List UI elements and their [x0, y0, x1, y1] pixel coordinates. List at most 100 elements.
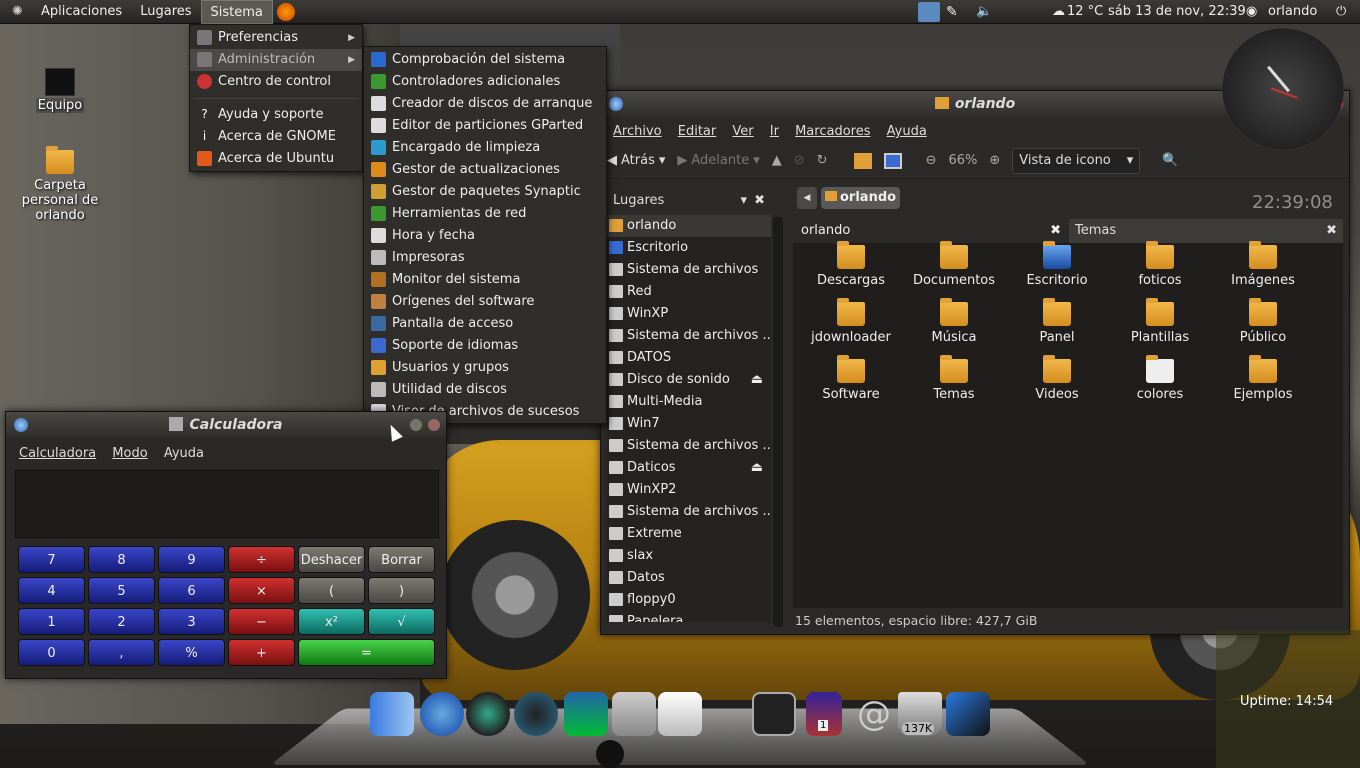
- calc-key[interactable]: Borrar: [368, 546, 435, 573]
- file-item[interactable]: Escritorio: [1007, 241, 1107, 288]
- calc-key[interactable]: 3: [158, 608, 225, 635]
- file-item[interactable]: colores: [1110, 355, 1210, 402]
- admin-item-5[interactable]: Gestor de actualizaciones: [364, 159, 606, 181]
- volume-icon[interactable]: 🔈: [976, 0, 992, 24]
- admin-item-12[interactable]: Pantalla de acceso: [364, 313, 606, 335]
- network-icon[interactable]: [918, 2, 940, 22]
- menu-item-acerca-ubuntu[interactable]: Acerca de Ubuntu: [190, 148, 362, 170]
- admin-item-4[interactable]: Encargado de limpieza: [364, 137, 606, 159]
- reload-icon[interactable]: ↻: [817, 153, 828, 168]
- home-icon[interactable]: [853, 152, 872, 169]
- place-item[interactable]: floppy0: [607, 589, 771, 611]
- file-item[interactable]: Temas: [904, 355, 1004, 402]
- calc-key[interactable]: 6: [158, 577, 225, 604]
- place-item[interactable]: WinXP2: [607, 479, 771, 501]
- place-item[interactable]: Sistema de archivos ...: [607, 435, 771, 457]
- desktop-home-folder[interactable]: Carpeta personal de orlando: [20, 146, 100, 223]
- tab-temas[interactable]: Temas ✖: [1069, 219, 1343, 243]
- calc-key[interactable]: ,: [88, 639, 155, 666]
- place-item[interactable]: Papelera: [607, 611, 771, 622]
- user-name[interactable]: orlando: [1268, 0, 1317, 24]
- calc-key[interactable]: Deshacer: [298, 546, 365, 573]
- file-item[interactable]: jdownloader: [801, 298, 901, 345]
- place-item[interactable]: orlando: [607, 215, 771, 237]
- view-select[interactable]: Vista de icono ▾: [1012, 147, 1141, 174]
- path-button-orlando[interactable]: orlando: [821, 187, 901, 209]
- menu-editar[interactable]: Editar: [678, 124, 717, 139]
- place-item[interactable]: Disco de sonido ⏏: [607, 369, 771, 391]
- menu-item-centro-de-control[interactable]: Centro de control: [190, 71, 362, 93]
- calc-key[interactable]: %: [158, 639, 225, 666]
- calc-key[interactable]: x²: [298, 608, 365, 635]
- calc-key[interactable]: 0: [18, 639, 85, 666]
- mail-dock-icon[interactable]: @: [852, 692, 896, 736]
- stack-dock-icon[interactable]: 1: [806, 692, 842, 736]
- menu-archivo[interactable]: Archivo: [613, 124, 662, 139]
- menu-item-acerca-gnome[interactable]: i Acerca de GNOME: [190, 126, 362, 148]
- search-icon[interactable]: 🔍: [1162, 153, 1178, 168]
- place-item[interactable]: Escritorio: [607, 237, 771, 259]
- file-item[interactable]: Música: [904, 298, 1004, 345]
- place-item[interactable]: Datos: [607, 567, 771, 589]
- file-item[interactable]: Plantillas: [1110, 298, 1210, 345]
- eject-icon[interactable]: ⏏: [751, 369, 763, 391]
- calc-key[interactable]: 9: [158, 546, 225, 573]
- window-menu-icon[interactable]: [609, 97, 623, 111]
- place-item[interactable]: Sistema de archivos: [607, 259, 771, 281]
- calc-key[interactable]: ): [368, 577, 435, 604]
- cursor-dock-icon[interactable]: [946, 692, 990, 736]
- menu-ayuda-calc[interactable]: Ayuda: [164, 446, 204, 461]
- calc-key[interactable]: =: [298, 639, 435, 666]
- clock[interactable]: sáb 13 de nov, 22:39: [1108, 0, 1246, 24]
- menu-calculadora[interactable]: Calculadora: [19, 446, 96, 461]
- power-icon[interactable]: ⏻: [1336, 0, 1346, 24]
- admin-item-14[interactable]: Usuarios y grupos: [364, 357, 606, 379]
- file-item[interactable]: Descargas: [801, 241, 901, 288]
- menu-sistema[interactable]: Sistema: [200, 0, 273, 24]
- up-icon[interactable]: ▲: [772, 153, 782, 168]
- calc-key[interactable]: 8: [88, 546, 155, 573]
- place-item[interactable]: slax: [607, 545, 771, 567]
- menu-item-ayuda[interactable]: ? Ayuda y soporte: [190, 104, 362, 126]
- menu-ir[interactable]: Ir: [770, 124, 779, 139]
- video-dock-icon[interactable]: [564, 692, 608, 736]
- place-item[interactable]: DATOS: [607, 347, 771, 369]
- path-back-icon[interactable]: ◀: [797, 187, 817, 209]
- file-item[interactable]: Documentos: [904, 241, 1004, 288]
- admin-item-1[interactable]: Controladores adicionales: [364, 71, 606, 93]
- back-button[interactable]: ◀ Atrás ▾: [607, 153, 665, 168]
- menu-aplicaciones[interactable]: Aplicaciones: [32, 0, 131, 24]
- place-item[interactable]: Sistema de archivos ...: [607, 501, 771, 523]
- zoom-out-icon[interactable]: ⊖: [926, 153, 937, 168]
- admin-item-0[interactable]: Comprobación del sistema: [364, 49, 606, 71]
- file-item[interactable]: foticos: [1110, 241, 1210, 288]
- admin-item-10[interactable]: Monitor del sistema: [364, 269, 606, 291]
- menu-lugares[interactable]: Lugares: [131, 0, 200, 24]
- menu-item-administracion[interactable]: Administración ▶: [190, 49, 362, 71]
- file-item[interactable]: Software: [801, 355, 901, 402]
- admin-item-13[interactable]: Soporte de idiomas: [364, 335, 606, 357]
- menu-ayuda[interactable]: Ayuda: [887, 124, 927, 139]
- zoom-level[interactable]: 66%: [948, 153, 977, 168]
- forward-button[interactable]: ▶ Adelante ▾: [677, 153, 759, 168]
- calc-key[interactable]: +: [228, 639, 295, 666]
- place-item[interactable]: Daticos ⏏: [607, 457, 771, 479]
- calculator-dock-icon[interactable]: [612, 692, 656, 736]
- close-button[interactable]: [428, 419, 440, 431]
- place-item[interactable]: Extreme: [607, 523, 771, 545]
- safari-dock-icon[interactable]: [420, 692, 464, 736]
- computer-icon[interactable]: [883, 152, 902, 169]
- place-item[interactable]: Sistema de archivos ...: [607, 325, 771, 347]
- stop-icon[interactable]: ⊘: [794, 153, 805, 168]
- file-item[interactable]: Panel: [1007, 298, 1107, 345]
- calc-key[interactable]: (: [298, 577, 365, 604]
- file-item[interactable]: Videos: [1007, 355, 1107, 402]
- calculator-titlebar[interactable]: Calculadora: [6, 412, 446, 438]
- terminal-dock-icon[interactable]: [752, 692, 796, 736]
- sidebar-scrollbar[interactable]: [773, 217, 783, 627]
- close-sidebar-icon[interactable]: ✖: [754, 187, 765, 215]
- trash-dock-icon[interactable]: 137K: [898, 692, 942, 736]
- time-machine-dock-icon[interactable]: [466, 692, 510, 736]
- eject-icon[interactable]: ⏏: [751, 457, 763, 479]
- admin-item-7[interactable]: Herramientas de red: [364, 203, 606, 225]
